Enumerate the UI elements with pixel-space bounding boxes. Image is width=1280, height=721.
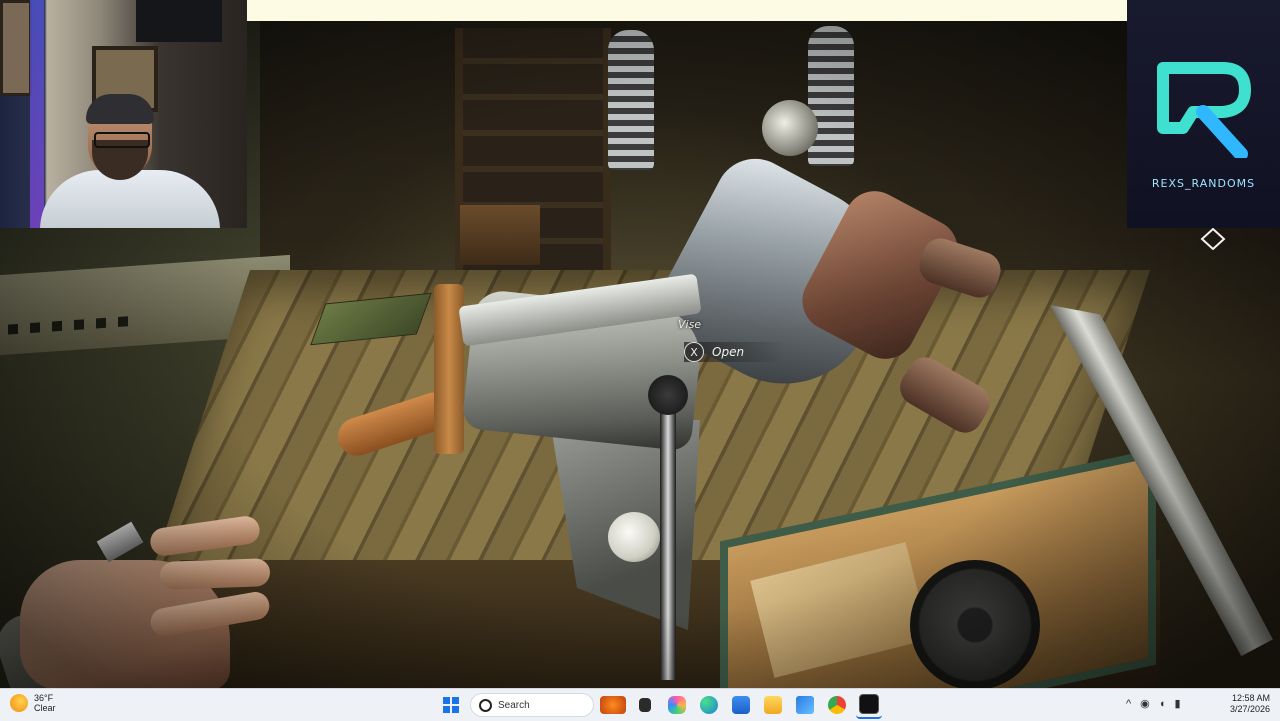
edge-icon	[700, 696, 718, 714]
weather-temperature: 36°F	[34, 693, 54, 703]
x-button-icon: X	[684, 342, 704, 362]
clock-date: 3/27/2026	[1229, 704, 1270, 714]
scene-coil	[608, 30, 654, 170]
webcam-feed	[0, 0, 247, 228]
channel-logo-icon	[1157, 62, 1251, 158]
terminal-button[interactable]	[632, 692, 658, 718]
vise-roller	[608, 512, 660, 562]
halloween-widget-button[interactable]	[600, 692, 626, 718]
chrome-button[interactable]	[824, 692, 850, 718]
scene-gear	[910, 560, 1040, 688]
file-explorer-icon	[764, 696, 782, 714]
taskbar-center: Search	[438, 691, 882, 719]
edge-button[interactable]	[696, 692, 722, 718]
search-placeholder: Search	[498, 699, 530, 711]
scene-coil	[808, 26, 854, 166]
copilot-button[interactable]	[664, 692, 690, 718]
file-explorer-button[interactable]	[760, 692, 786, 718]
windows-taskbar: 36°F Clear Search ^ ◉ ◖ ▮ 12:58 AM 3/27/…	[0, 688, 1280, 721]
search-icon	[479, 698, 492, 712]
interaction-prompt[interactable]: X Open	[684, 342, 785, 362]
mail-icon	[796, 696, 814, 714]
channel-logo-panel: REXS_RANDOMS	[1127, 0, 1280, 228]
start-button[interactable]	[438, 692, 464, 718]
game-app-icon	[859, 694, 879, 714]
halloween-widget-icon	[600, 696, 626, 714]
battery-icon[interactable]: ▮	[1174, 697, 1180, 710]
tray-chevron-icon[interactable]: ^	[1126, 698, 1131, 710]
game-app-button[interactable]	[856, 691, 882, 719]
system-tray: ^ ◉ ◖ ▮	[1126, 697, 1181, 711]
player-hand	[0, 500, 290, 688]
windows-logo-icon	[443, 697, 459, 713]
vise-screw	[660, 380, 676, 680]
store-button[interactable]	[728, 692, 754, 718]
taskbar-clock[interactable]: 12:58 AM 3/27/2026	[1224, 693, 1270, 715]
channel-name: REXS_RANDOMS	[1151, 177, 1256, 190]
weather-condition: Clear	[34, 703, 56, 713]
clock-time: 12:58 AM	[1231, 693, 1270, 703]
wifi-icon[interactable]: ◉	[1140, 697, 1150, 710]
weather-widget[interactable]: 36°F Clear	[10, 693, 56, 713]
compass-marker-icon	[1200, 228, 1226, 250]
overlay-top-bar	[247, 0, 1127, 21]
store-icon	[732, 696, 750, 714]
moon-weather-icon	[10, 694, 28, 712]
chrome-icon	[828, 696, 846, 714]
vise-knob	[648, 375, 688, 415]
interaction-target-label: Vise	[678, 318, 702, 331]
volume-icon[interactable]: ◖	[1159, 698, 1166, 710]
scene-lamp-disc	[762, 100, 818, 156]
interaction-action-label: Open	[712, 345, 745, 359]
copilot-icon	[668, 696, 686, 714]
terminal-icon	[639, 698, 651, 712]
taskbar-search[interactable]: Search	[470, 693, 594, 717]
scene-box	[460, 205, 540, 265]
mail-button[interactable]	[792, 692, 818, 718]
